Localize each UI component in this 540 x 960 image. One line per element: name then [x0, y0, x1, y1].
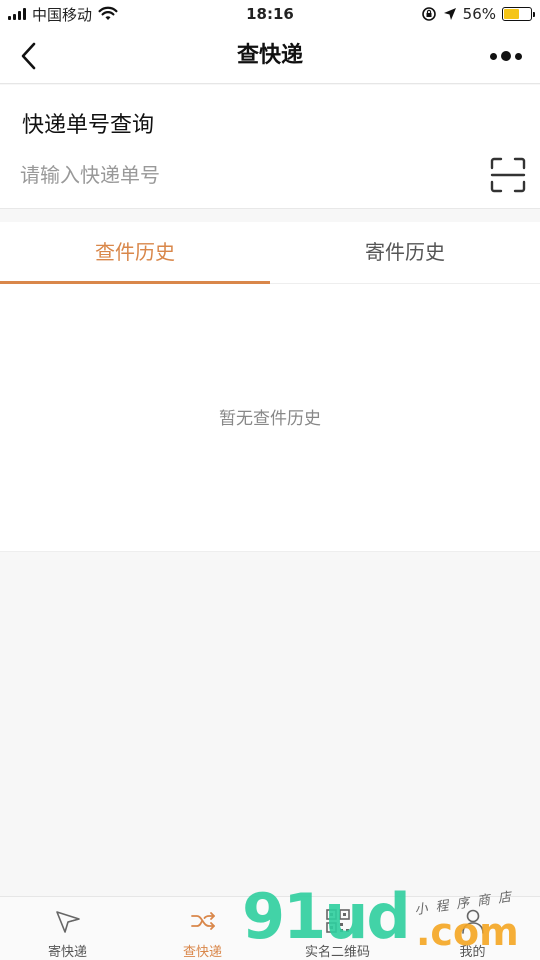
status-left: 中国移动 — [8, 4, 118, 25]
empty-state-text: 暂无查件历史 — [219, 409, 321, 429]
battery-percent: 56% — [462, 5, 496, 23]
battery-icon — [502, 7, 535, 21]
tabbar-item-mine[interactable]: 我的 — [405, 897, 540, 960]
status-bar: 中国移动 18:16 56% — [0, 0, 540, 28]
more-button[interactable] — [486, 40, 526, 72]
tab-send-history[interactable]: 寄件历史 — [270, 222, 540, 283]
bottom-tab-bar: 寄快递 查快递 实名二维码 我的 — [0, 896, 540, 960]
more-dot-icon — [501, 51, 511, 61]
history-panel: 暂无查件历史 — [0, 284, 540, 552]
query-section: 快递单号查询 — [0, 85, 540, 209]
paper-plane-icon — [55, 911, 80, 933]
tabbar-item-qrcode[interactable]: 实名二维码 — [270, 897, 405, 960]
user-icon — [461, 909, 484, 934]
more-dot-icon — [490, 52, 497, 60]
history-tabs: 查件历史 寄件历史 — [0, 222, 540, 284]
tabbar-label: 查快递 — [182, 945, 222, 960]
signal-icon — [8, 8, 26, 20]
rotation-lock-icon — [421, 7, 436, 21]
battery-fill — [504, 9, 519, 19]
nav-bar: 查快递 — [0, 28, 540, 84]
tabbar-label: 实名二维码 — [304, 945, 370, 960]
tracking-number-input[interactable] — [20, 155, 460, 195]
tabbar-label: 我的 — [459, 945, 486, 960]
tabbar-item-send[interactable]: 寄快递 — [0, 897, 135, 960]
qr-code-icon — [325, 909, 350, 933]
status-right: 56% — [421, 5, 535, 23]
page-title: 查快递 — [236, 43, 303, 68]
scan-button[interactable] — [488, 155, 528, 195]
tabbar-item-query[interactable]: 查快递 — [135, 897, 270, 960]
carrier-label: 中国移动 — [32, 5, 93, 24]
shuffle-icon — [190, 912, 215, 930]
tab-query-history[interactable]: 查件历史 — [0, 222, 270, 284]
wifi-icon — [98, 6, 118, 20]
location-arrow-icon — [443, 8, 456, 20]
more-dot-icon — [515, 52, 522, 60]
scan-icon — [490, 157, 526, 193]
query-title: 快递单号查询 — [22, 113, 155, 138]
tabbar-label: 寄快递 — [47, 945, 87, 960]
